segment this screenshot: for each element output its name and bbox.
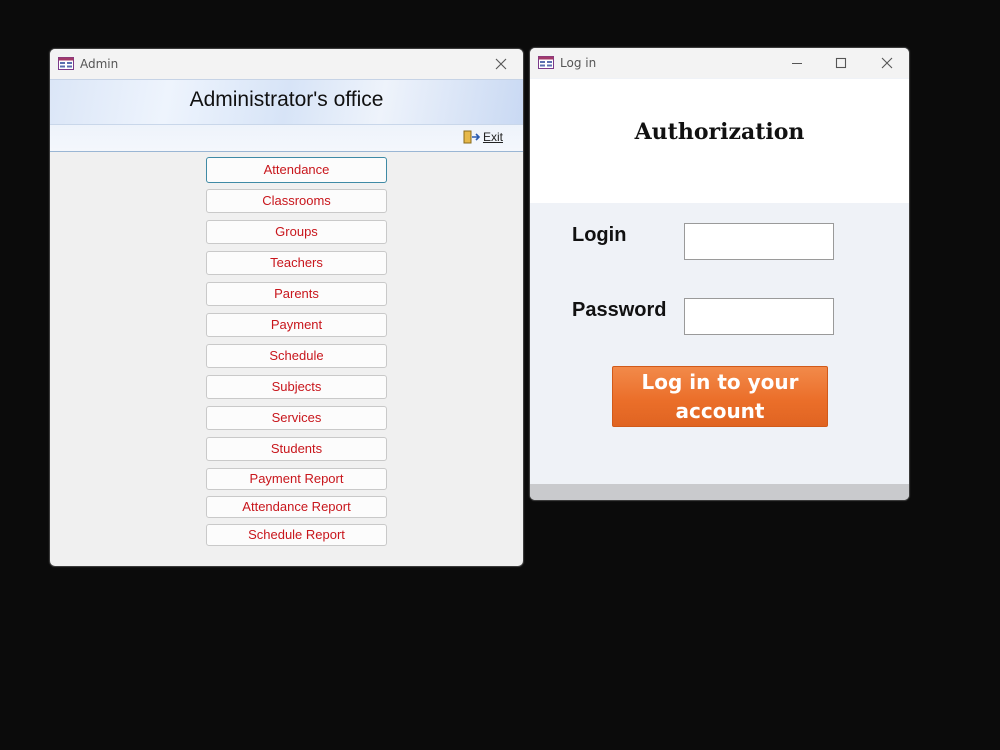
- submit-line-2: account: [675, 399, 765, 423]
- payment-button[interactable]: Payment: [206, 313, 387, 337]
- form-icon: [538, 56, 554, 69]
- exit-label: Exit: [482, 130, 503, 144]
- minimize-icon: [792, 62, 802, 65]
- window-title: Admin: [80, 57, 119, 71]
- services-button[interactable]: Services: [206, 406, 387, 430]
- groups-button[interactable]: Groups: [206, 220, 387, 244]
- window-title: Log in: [560, 56, 597, 70]
- classrooms-button[interactable]: Classrooms: [206, 189, 387, 213]
- admin-titlebar[interactable]: Admin: [50, 49, 523, 79]
- form-toolbar: Exit: [50, 124, 523, 152]
- login-label: Login: [572, 224, 627, 246]
- schedule-button[interactable]: Schedule: [206, 344, 387, 368]
- subjects-button[interactable]: Subjects: [206, 375, 387, 399]
- close-button[interactable]: [865, 48, 909, 78]
- form-icon: [58, 57, 74, 70]
- exit-door-icon: [463, 130, 481, 144]
- students-button[interactable]: Students: [206, 437, 387, 461]
- login-submit-button[interactable]: Log in to your account: [612, 366, 828, 427]
- teachers-button[interactable]: Teachers: [206, 251, 387, 275]
- attendance-button[interactable]: Attendance: [206, 157, 387, 183]
- minimize-button[interactable]: [775, 48, 819, 78]
- exit-button[interactable]: Exit: [463, 130, 503, 144]
- close-icon: [495, 58, 507, 70]
- form-header: Administrator's office: [50, 79, 523, 124]
- admin-window: Admin Administrator's office Exit Attend…: [49, 48, 524, 567]
- login-header: Authorization: [530, 79, 909, 203]
- payment-report-button[interactable]: Payment Report: [206, 468, 387, 490]
- submit-line-1: Log in to your: [641, 370, 799, 394]
- status-strip: [530, 484, 909, 500]
- close-icon: [881, 57, 893, 69]
- page-title: Administrator's office: [189, 88, 384, 111]
- schedule-report-button[interactable]: Schedule Report: [206, 524, 387, 546]
- password-input[interactable]: [684, 298, 834, 335]
- password-label: Password: [572, 299, 667, 321]
- login-titlebar[interactable]: Log in: [530, 48, 909, 78]
- maximize-button[interactable]: [819, 48, 863, 78]
- attendance-report-button[interactable]: Attendance Report: [206, 496, 387, 518]
- maximize-icon: [835, 57, 847, 69]
- auth-heading: Authorization: [634, 119, 805, 145]
- login-window: Log in Authorization Login Password Log …: [529, 47, 910, 501]
- login-input[interactable]: [684, 223, 834, 260]
- parents-button[interactable]: Parents: [206, 282, 387, 306]
- close-button[interactable]: [479, 49, 523, 79]
